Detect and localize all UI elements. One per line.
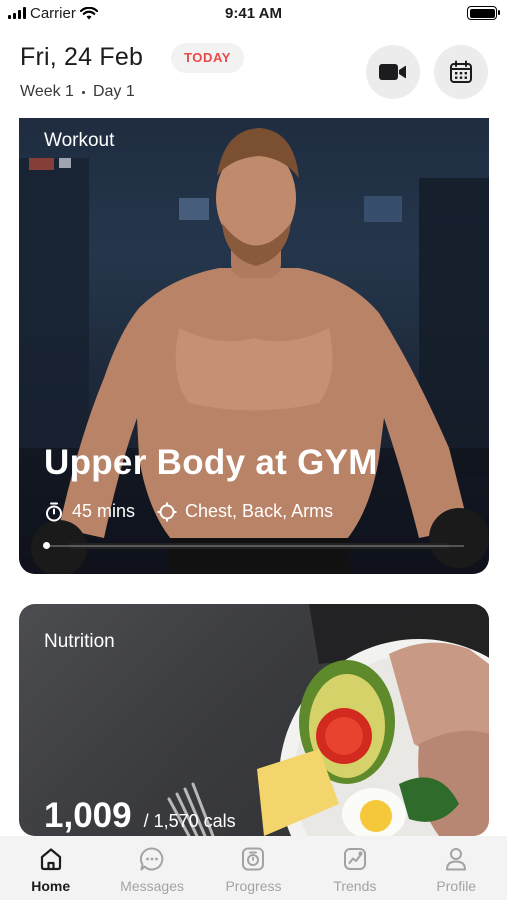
calendar-icon [450,60,472,83]
tab-profile[interactable]: Profile [406,846,506,894]
tab-trends[interactable]: Trends [305,846,405,894]
header: Fri, 24 Feb TODAY Week 1 Day 1 [0,26,507,118]
workout-duration: 45 mins [72,501,136,521]
home-icon [40,848,61,871]
tab-messages[interactable]: Messages [102,846,202,894]
profile-icon [446,848,467,871]
battery-icon [467,6,500,20]
page-title-date: Fri, 24 Feb [20,43,144,71]
workout-targets: Chest, Back, Arms [185,501,334,521]
workout-progress-knob[interactable] [43,542,50,549]
tab-profile-label: Profile [436,878,477,894]
nutrition-card[interactable]: Nutrition 1,009 / 1,570 cals [19,604,489,836]
carrier-label: Carrier [30,4,76,22]
chat-icon [140,847,164,871]
tab-bar: Home Messages Progress Trends Profile [0,836,507,900]
signal-icon [8,7,26,19]
tab-messages-label: Messages [120,878,184,894]
tab-home-label: Home [31,878,71,894]
workout-meta: 45 mins Chest, Back, Arms [44,501,333,522]
week-day-line: Week 1 Day 1 [20,83,135,101]
today-badge[interactable]: TODAY [171,43,245,73]
tab-trends-label: Trends [333,878,377,894]
stopwatch-icon [46,502,62,521]
nutrition-label: Nutrition [44,631,115,652]
calories-consumed: 1,009 [44,796,132,835]
tab-progress-label: Progress [225,878,282,894]
trends-icon [343,848,366,870]
calories-total: / 1,570 cals [143,811,236,831]
day-label: Day 1 [92,83,135,100]
status-bar: Carrier 9:41 AM [0,0,507,26]
progress-icon [242,847,265,871]
workout-progress-track[interactable] [43,542,464,549]
week-label: Week 1 [20,83,74,100]
target-icon [157,502,177,521]
calendar-button[interactable] [434,45,488,99]
workout-card[interactable]: Workout Upper Body at GYM 45 mins Chest,… [19,118,489,574]
status-left: Carrier [8,5,98,22]
video-call-button[interactable] [366,45,420,99]
tab-home[interactable]: Home [1,846,101,894]
workout-title: Upper Body at GYM [44,443,378,482]
workout-label: Workout [44,130,115,151]
calories-summary: 1,009 / 1,570 cals [44,796,236,836]
video-camera-icon [379,64,406,80]
wifi-icon [79,6,98,19]
tab-progress[interactable]: Progress [203,846,303,894]
status-time: 9:41 AM [225,4,282,22]
separator-dot [81,90,85,94]
